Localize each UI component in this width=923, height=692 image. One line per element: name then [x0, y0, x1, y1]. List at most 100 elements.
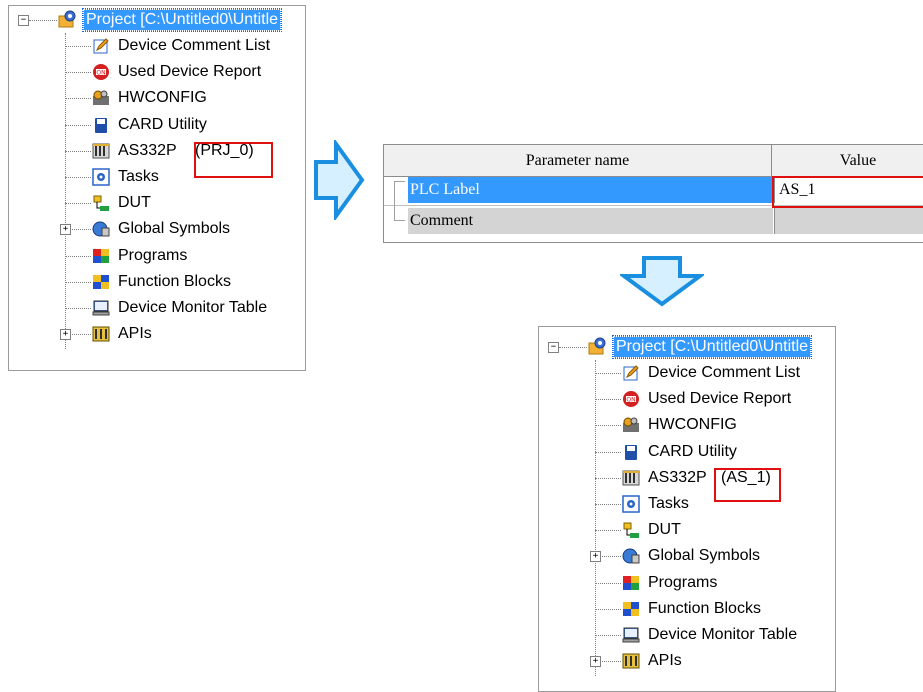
tree-connector [65, 255, 91, 257]
down-arrow-icon [620, 256, 704, 307]
monitor-icon [91, 298, 111, 318]
tree-item-hwconfig[interactable]: HWCONFIG [621, 412, 831, 438]
tree-connector [595, 530, 621, 532]
tree-connector [595, 373, 621, 374]
tree-item-tasks[interactable]: Tasks [91, 164, 301, 190]
tree-item-used-device-report[interactable]: ON Used Device Report [621, 386, 831, 412]
highlight-as1-value [772, 176, 923, 208]
tree-item-label: Device Monitor Table [118, 299, 268, 316]
tree-connector [595, 582, 621, 584]
tree-item-label: Function Blocks [648, 599, 761, 617]
tree-item-device-comment-list[interactable]: Device Comment List [91, 33, 301, 59]
tree-connector [65, 177, 91, 178]
col-parameter-name[interactable]: Parameter name [384, 145, 772, 176]
tree-item-label: Tasks [118, 168, 159, 185]
tree-item-label: AS332P [118, 141, 177, 159]
tree-item-label: HWCONFIG [118, 89, 207, 107]
tree-item-label: Programs [648, 573, 718, 591]
card-icon [91, 115, 111, 135]
global-symbols-icon [621, 546, 641, 566]
tree-item-global-symbols[interactable]: Global Symbols [91, 216, 301, 242]
tree-item-device-comment-list[interactable]: Device Comment List [621, 360, 831, 386]
expand-toggle[interactable]: + [60, 329, 71, 341]
project-tree-after: − Project [C:\Untitled0\Untitle Device C… [538, 326, 836, 692]
collapse-root-toggle[interactable]: − [18, 15, 29, 26]
plc-label-suffix: (AS_1) [721, 468, 771, 486]
grid-row-comment[interactable]: Comment [384, 206, 923, 236]
tree-item-used-device-report[interactable]: ON Used Device Report [91, 59, 301, 85]
project-gear-icon [57, 10, 77, 30]
svg-text:ON: ON [96, 70, 105, 77]
card-icon [621, 442, 641, 462]
hwconfig-icon [621, 415, 641, 435]
tree-item-label: HWCONFIG [648, 416, 737, 434]
tree-item-label: DUT [648, 521, 681, 539]
monitor-icon [621, 625, 641, 645]
project-tree-before: − Project [C:\Untitled0\Untitle Device C… [8, 5, 306, 371]
tree-connector [65, 308, 91, 309]
tree-item-label: AS332P [648, 468, 707, 486]
tree-item-device-monitor-table[interactable]: Device Monitor Table [91, 295, 301, 321]
tree-item-label: Device Monitor Table [648, 626, 798, 643]
tree-item-tasks[interactable]: Tasks [621, 491, 831, 517]
tree-connector [65, 72, 91, 74]
tree-root-project-after[interactable]: Project [C:\Untitled0\Untitle [587, 334, 835, 360]
dut-icon [621, 520, 641, 540]
tree-item-function-blocks[interactable]: Function Blocks [621, 596, 831, 622]
expand-toggle[interactable]: + [590, 551, 601, 563]
expand-toggle[interactable]: + [60, 224, 71, 236]
tree-item-label: Device Comment List [118, 37, 271, 54]
tree-connector [595, 504, 621, 505]
tree-connector [65, 124, 91, 126]
dut-icon [91, 193, 111, 213]
tree-item-as332p[interactable]: AS332P (AS_1) [621, 465, 831, 491]
expand-toggle[interactable]: + [590, 656, 601, 668]
plc-label-name-cell: PLC Label [408, 177, 773, 203]
tree-item-as332p[interactable]: AS332P (PRJ_0) [91, 138, 301, 164]
grid-row-plc-label[interactable]: PLC Label AS_1 [384, 175, 923, 208]
tree-item-label: APIs [118, 325, 152, 343]
tree-item-apis[interactable]: APIs [91, 321, 301, 347]
tree-connector [595, 425, 621, 427]
hwconfig-icon [91, 88, 111, 108]
tree-connector [65, 150, 91, 152]
function-blocks-icon [621, 599, 641, 619]
tree-item-label: Global Symbols [648, 547, 761, 565]
tree-item-label: DUT [118, 194, 151, 212]
comment-value-cell[interactable] [774, 208, 923, 234]
global-symbols-icon [91, 219, 111, 239]
tree-item-card-utility[interactable]: CARD Utility [621, 439, 831, 465]
apis-icon [91, 324, 111, 344]
tree-item-global-symbols[interactable]: Global Symbols [621, 543, 831, 569]
plc-icon [621, 468, 641, 488]
edit-document-icon [91, 36, 111, 56]
tree-item-dut[interactable]: DUT [91, 190, 301, 216]
apis-icon [621, 651, 641, 671]
device-report-icon: ON [621, 389, 641, 409]
programs-icon [621, 573, 641, 593]
tree-item-dut[interactable]: DUT [621, 517, 831, 543]
tree-item-label: Tasks [648, 495, 689, 512]
tree-item-label: Used Device Report [648, 390, 792, 408]
grid-header: Parameter name Value [384, 144, 923, 177]
svg-text:ON: ON [626, 397, 635, 404]
tree-item-function-blocks[interactable]: Function Blocks [91, 269, 301, 295]
plc-label-suffix: (PRJ_0) [195, 141, 254, 159]
tree-item-apis[interactable]: APIs [621, 648, 831, 674]
tree-item-card-utility[interactable]: CARD Utility [91, 112, 301, 138]
tree-connector [65, 281, 91, 283]
programs-icon [91, 246, 111, 266]
tree-item-label: APIs [648, 652, 682, 670]
collapse-root-toggle-after[interactable]: − [548, 342, 559, 353]
tree-item-hwconfig[interactable]: HWCONFIG [91, 85, 301, 111]
tree-item-label: Global Symbols [118, 220, 231, 238]
tree-item-programs[interactable]: Programs [621, 570, 831, 596]
tasks-icon [621, 494, 641, 514]
col-value[interactable]: Value [772, 145, 923, 176]
function-blocks-icon [91, 272, 111, 292]
tree-item-device-monitor-table[interactable]: Device Monitor Table [621, 622, 831, 648]
tree-item-programs[interactable]: Programs [91, 243, 301, 269]
tree-connector [595, 635, 621, 636]
tree-item-label: CARD Utility [648, 442, 737, 460]
tree-root-project[interactable]: Project [C:\Untitled0\Untitle [57, 7, 305, 33]
